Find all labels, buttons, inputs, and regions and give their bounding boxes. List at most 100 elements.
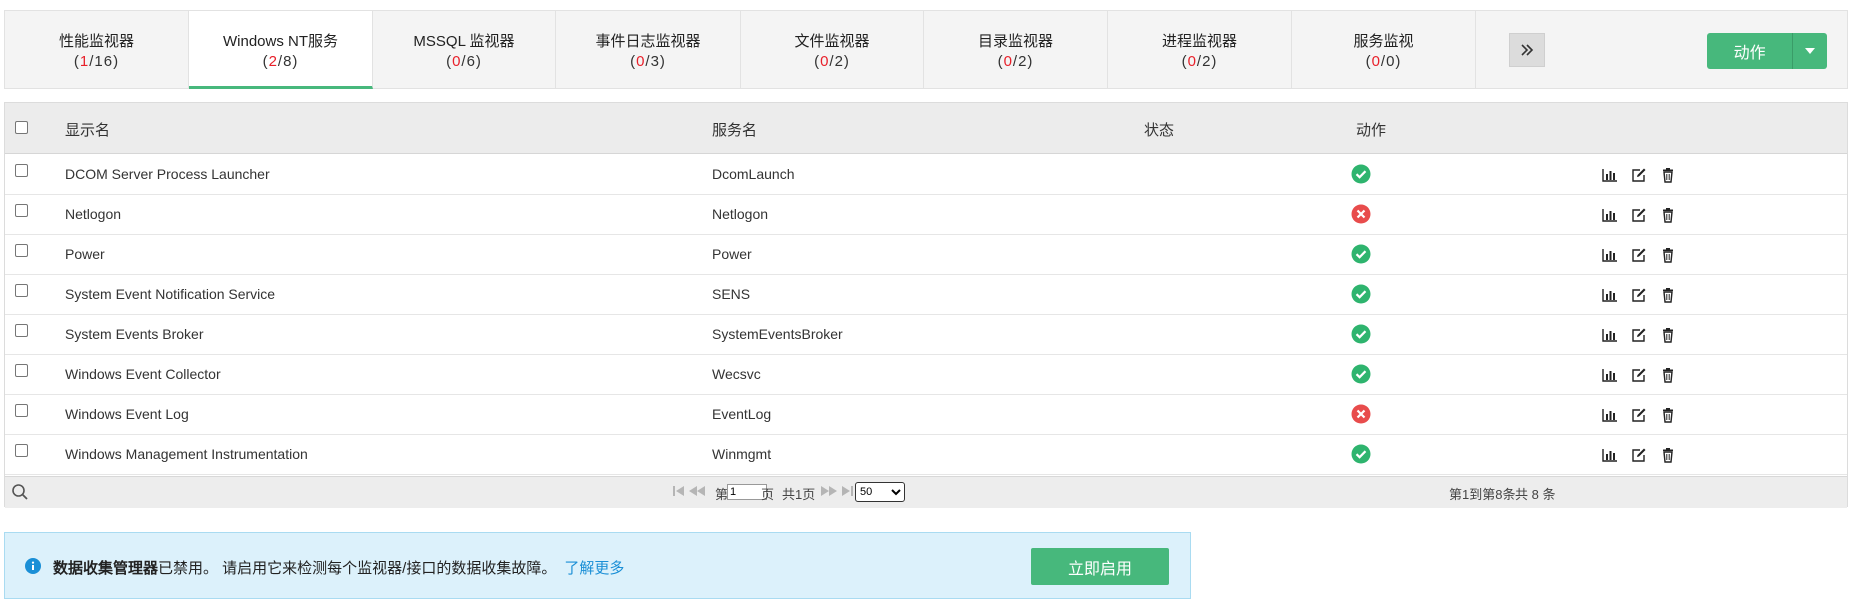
notice-text: 已禁用。 请启用它来检测每个监视器/接口的数据收集故障。 (158, 560, 557, 577)
row-display-name: Windows Event Log (65, 406, 189, 422)
row-service-name: DcomLaunch (712, 166, 795, 182)
header-actions: 动作 (1356, 122, 1387, 139)
row-service-name: Wecsvc (712, 366, 761, 382)
monitor-tab-bar: 性能监视器 (1/16) Windows NT服务 (2/8) MSSQL 监视器 (0/… (4, 10, 1848, 89)
edit-icon[interactable] (1631, 407, 1647, 423)
status-down-icon (1351, 404, 1371, 424)
report-chart-icon[interactable] (1602, 247, 1618, 263)
more-tabs-button[interactable] (1509, 33, 1545, 67)
row-checkbox[interactable] (15, 364, 28, 377)
delete-icon[interactable] (1660, 327, 1676, 343)
info-icon (25, 558, 41, 574)
report-chart-icon[interactable] (1602, 167, 1618, 183)
table-header: 显示名 服务名 状态 动作 (5, 103, 1847, 154)
tab-7[interactable]: 进程监视器 (0/2) (1108, 11, 1292, 89)
tab-count-total: 6 (466, 53, 476, 70)
tab-count-active: 2 (268, 53, 278, 70)
row-display-name: Power (65, 246, 105, 262)
edit-icon[interactable] (1631, 367, 1647, 383)
table-row[interactable]: System Events Broker SystemEventsBroker (5, 314, 1847, 355)
edit-icon[interactable] (1631, 247, 1647, 263)
row-checkbox[interactable] (15, 244, 28, 257)
page-suffix: 页 (761, 487, 775, 502)
status-up-icon (1351, 284, 1371, 304)
header-status[interactable]: 状态 (1144, 119, 1174, 140)
row-checkbox[interactable] (15, 404, 28, 417)
row-service-name: SENS (712, 286, 751, 302)
row-checkbox[interactable] (15, 284, 28, 297)
report-chart-icon[interactable] (1602, 327, 1618, 343)
tab-count-total: 2 (1202, 53, 1212, 70)
edit-icon[interactable] (1631, 327, 1647, 343)
delete-icon[interactable] (1660, 287, 1676, 303)
header-display-name[interactable]: 显示名 (65, 119, 110, 140)
select-all-checkbox[interactable] (15, 121, 28, 134)
row-checkbox[interactable] (15, 204, 28, 217)
notice-bold-text: 数据收集管理器 (53, 560, 159, 577)
tab-label: 目录监视器 (977, 33, 1053, 50)
row-actions (1602, 447, 1676, 463)
tab-1[interactable]: 性能监视器 (1/16) (5, 11, 189, 89)
services-table: 显示名 服务名 状态 动作 DCOM Server Process Launch… (4, 102, 1848, 508)
table-row[interactable]: Netlogon Netlogon (5, 194, 1847, 235)
tab-3[interactable]: MSSQL 监视器 (0/6) (373, 11, 556, 89)
edit-icon[interactable] (1631, 287, 1647, 303)
tab-5[interactable]: 文件监视器 (0/2) (741, 11, 924, 89)
row-actions (1602, 407, 1676, 423)
caret-down-icon[interactable] (1792, 33, 1827, 69)
action-dropdown-button[interactable]: 动作 (1707, 33, 1827, 69)
learn-more-link[interactable]: 了解更多 (564, 560, 624, 577)
report-chart-icon[interactable] (1602, 207, 1618, 223)
tab-8[interactable]: 服务监视 (0/0) (1292, 11, 1476, 89)
tab-4[interactable]: 事件日志监视器 (0/3) (556, 11, 741, 89)
edit-icon[interactable] (1631, 207, 1647, 223)
table-row[interactable]: Windows Event Collector Wecsvc (5, 354, 1847, 395)
tab-count-total: 2 (1018, 53, 1028, 70)
tab-count: (1/16) (73, 53, 120, 70)
first-page-icon[interactable] (673, 485, 685, 497)
table-row[interactable]: System Event Notification Service SENS (5, 274, 1847, 315)
last-page-icon[interactable] (841, 485, 853, 497)
delete-icon[interactable] (1660, 407, 1676, 423)
edit-icon[interactable] (1631, 447, 1647, 463)
search-icon[interactable] (11, 483, 29, 501)
tab-count: (0/2) (997, 53, 1034, 70)
tab-count-total: 3 (650, 53, 660, 70)
data-collection-notice: 数据收集管理器已禁用。 请启用它来检测每个监视器/接口的数据收集故障。 了解更多 … (4, 532, 1191, 599)
report-chart-icon[interactable] (1602, 407, 1618, 423)
delete-icon[interactable] (1660, 247, 1676, 263)
row-service-name: Winmgmt (712, 446, 772, 462)
row-service-name: Netlogon (712, 206, 769, 222)
action-button-label: 动作 (1733, 45, 1766, 62)
record-range: 第1到第8条 (1449, 487, 1516, 502)
table-row[interactable]: Windows Management Instrumentation Winmgm… (5, 434, 1847, 475)
delete-icon[interactable] (1660, 447, 1676, 463)
delete-icon[interactable] (1660, 167, 1676, 183)
tab-2[interactable]: Windows NT服务 (2/8) (189, 11, 373, 89)
report-chart-icon[interactable] (1602, 287, 1618, 303)
page-size-select[interactable]: 50 (855, 482, 905, 502)
row-actions (1602, 247, 1676, 263)
delete-icon[interactable] (1660, 207, 1676, 223)
tab-label: Windows NT服务 (222, 33, 338, 50)
report-chart-icon[interactable] (1602, 367, 1618, 383)
row-checkbox[interactable] (15, 164, 28, 177)
previous-page-icon[interactable] (689, 485, 705, 497)
row-checkbox[interactable] (15, 324, 28, 337)
header-service-name[interactable]: 服务名 (712, 119, 757, 140)
edit-icon[interactable] (1631, 167, 1647, 183)
tab-count: (0/2) (814, 53, 850, 70)
row-checkbox[interactable] (15, 444, 28, 457)
table-row[interactable]: Windows Event Log EventLog (5, 394, 1847, 435)
next-page-icon[interactable] (821, 485, 837, 497)
row-display-name: Windows Management Instrumentation (65, 446, 308, 462)
delete-icon[interactable] (1660, 367, 1676, 383)
row-actions (1602, 207, 1676, 223)
tab-count-active: 0 (1003, 53, 1013, 70)
enable-now-button[interactable]: 立即启用 (1031, 548, 1169, 585)
table-row[interactable]: DCOM Server Process Launcher DcomLaunch (5, 154, 1847, 195)
tab-6[interactable]: 目录监视器 (0/2) (924, 11, 1108, 89)
table-row[interactable]: Power Power (5, 234, 1847, 275)
report-chart-icon[interactable] (1602, 447, 1618, 463)
status-down-icon (1351, 204, 1371, 224)
